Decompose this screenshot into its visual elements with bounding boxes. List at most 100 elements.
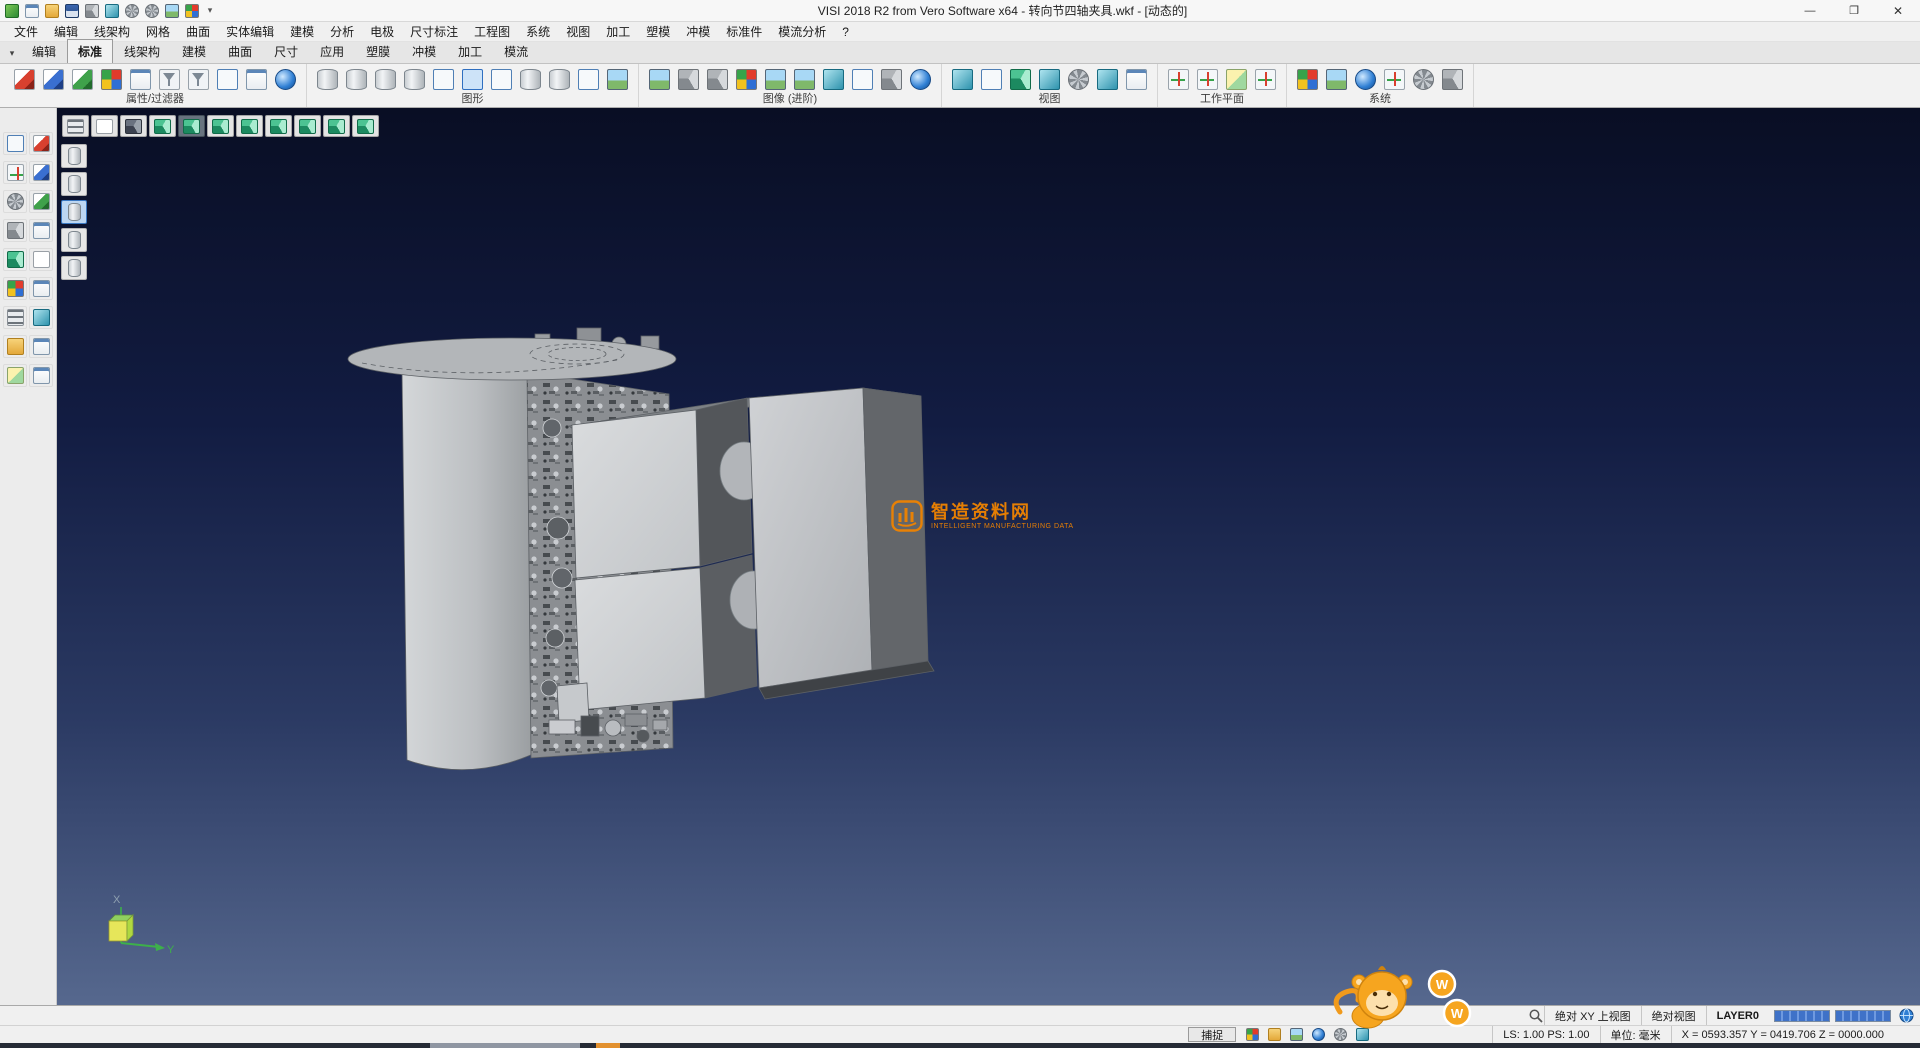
plot-button[interactable] <box>103 2 120 19</box>
menu-item-17[interactable]: 模流分析 <box>770 21 834 42</box>
transparency-button[interactable] <box>488 66 515 93</box>
ribbon-tab-2[interactable]: 线架构 <box>113 39 171 63</box>
view-list-button[interactable] <box>62 115 89 137</box>
view-mode-label[interactable]: 绝对视图 <box>1641 1006 1706 1025</box>
reset-workplane-button[interactable] <box>1252 66 1279 93</box>
ribbon-tab-8[interactable]: 冲模 <box>401 39 447 63</box>
selection-filter-button[interactable] <box>185 66 212 93</box>
highlight-display-button[interactable] <box>459 66 486 93</box>
view-dynamic-button[interactable] <box>352 115 379 137</box>
document-info-tool-button[interactable] <box>29 277 53 300</box>
advanced-render-button[interactable] <box>646 66 673 93</box>
snap-options-button[interactable] <box>1381 66 1408 93</box>
ribbon-tab-5[interactable]: 尺寸 <box>263 39 309 63</box>
view-orientation-label[interactable]: 绝对 XY 上视图 <box>1544 1006 1641 1025</box>
shadows-button[interactable] <box>675 66 702 93</box>
assistant-button[interactable] <box>1308 1027 1328 1043</box>
refresh-tool-button[interactable] <box>29 306 53 329</box>
fixture-assembly[interactable] <box>348 328 934 770</box>
active-layer-label[interactable]: LAYER0 <box>1706 1006 1769 1025</box>
grid-tool-button[interactable] <box>3 306 27 329</box>
undo-button[interactable] <box>123 2 140 19</box>
notebook-button[interactable] <box>1286 1027 1306 1043</box>
world-options-button[interactable] <box>1352 66 1379 93</box>
ribbon-tab-1[interactable]: 标准 <box>67 39 113 63</box>
performance-button[interactable] <box>1439 66 1466 93</box>
viewport-3d[interactable]: 智造资料网 INTELLIGENT MANUFACTURING DATA X Y <box>57 108 1920 1005</box>
pan-view-button[interactable] <box>1036 66 1063 93</box>
named-view-button[interactable] <box>1094 66 1121 93</box>
render-mode-tool-button[interactable] <box>3 248 27 271</box>
view-manager-button[interactable] <box>1123 66 1150 93</box>
layer-manager-button[interactable] <box>127 66 154 93</box>
rotate-tool-button[interactable] <box>3 190 27 213</box>
view-back-button[interactable] <box>294 115 321 137</box>
match-attributes-button[interactable] <box>69 66 96 93</box>
view-left-button[interactable] <box>265 115 292 137</box>
menu-item-12[interactable]: 视图 <box>558 21 598 42</box>
filter-wireframe-button[interactable] <box>61 172 87 196</box>
ribbon-tab-3[interactable]: 建模 <box>171 39 217 63</box>
view-cube-button[interactable] <box>120 115 147 137</box>
edit-curve-tool-button[interactable] <box>29 161 53 184</box>
ribbon-tab-9[interactable]: 加工 <box>447 39 493 63</box>
hidden-line-display-button[interactable] <box>372 66 399 93</box>
visibility-toggle-button[interactable] <box>272 66 299 93</box>
grid-toggle-button[interactable] <box>1242 1027 1262 1043</box>
snapshot-button[interactable] <box>820 66 847 93</box>
filter-all-button[interactable] <box>61 144 87 168</box>
display-settings-button[interactable] <box>1323 66 1350 93</box>
filter-surfaces-button[interactable] <box>61 228 87 252</box>
menu-item-13[interactable]: 加工 <box>598 21 638 42</box>
sketch-tool-button[interactable] <box>29 190 53 213</box>
clipboard-tool-button[interactable] <box>29 364 53 387</box>
solid-tools-button[interactable] <box>3 219 27 242</box>
ortho-toggle-button[interactable] <box>1264 1027 1284 1043</box>
open-file-button[interactable] <box>43 2 60 19</box>
lighting-button[interactable] <box>762 66 789 93</box>
view-front-button[interactable] <box>207 115 234 137</box>
document-extra-tool-button[interactable] <box>29 335 53 358</box>
scale-label[interactable]: LS: 1.00 PS: 1.00 <box>1492 1026 1599 1043</box>
snap-toggle-button[interactable]: 捕捉 <box>1188 1027 1236 1042</box>
erase-tool-button[interactable] <box>29 132 53 155</box>
blank-page-tool-button[interactable] <box>29 248 53 271</box>
notes-tool-button[interactable] <box>29 219 53 242</box>
redo-button[interactable] <box>143 2 160 19</box>
filter-points-button[interactable] <box>61 256 87 280</box>
quick-select-button[interactable] <box>214 66 241 93</box>
units-label[interactable]: 单位: 毫米 <box>1600 1026 1671 1043</box>
shaded-display-button[interactable] <box>343 66 370 93</box>
zoom-fit-button[interactable] <box>949 66 976 93</box>
menu-item-16[interactable]: 标准件 <box>718 21 770 42</box>
minimize-button[interactable]: — <box>1788 0 1832 21</box>
ribbon-tab-4[interactable]: 曲面 <box>217 39 263 63</box>
grid-options-button[interactable] <box>1410 66 1437 93</box>
search-icon[interactable] <box>1528 1008 1544 1024</box>
materials-button[interactable] <box>733 66 760 93</box>
tabbar-caret-icon[interactable]: ▾ <box>3 48 21 63</box>
wireframe-display-button[interactable] <box>314 66 341 93</box>
rotate-view-button[interactable] <box>1007 66 1034 93</box>
filter-solids-button[interactable] <box>61 200 87 224</box>
solid-view-button[interactable] <box>517 66 544 93</box>
capture-button[interactable] <box>163 2 180 19</box>
perspective-button[interactable] <box>878 66 905 93</box>
texture-view-button[interactable] <box>604 66 631 93</box>
options-button[interactable] <box>183 2 200 19</box>
element-filter-button[interactable] <box>156 66 183 93</box>
modify-attributes-button[interactable] <box>11 66 38 93</box>
background-image-button[interactable] <box>791 66 818 93</box>
stereo-view-button[interactable] <box>907 66 934 93</box>
system-colors-button[interactable] <box>1294 66 1321 93</box>
ribbon-tab-10[interactable]: 模流 <box>493 39 539 63</box>
menu-item-14[interactable]: 塑模 <box>638 21 678 42</box>
cad-model[interactable] <box>57 108 1920 1005</box>
taskbar-app-icon[interactable] <box>596 1043 620 1048</box>
view-plain-button[interactable] <box>91 115 118 137</box>
zoom-window-button[interactable] <box>978 66 1005 93</box>
view-right-button[interactable] <box>236 115 263 137</box>
bounding-box-button[interactable] <box>430 66 457 93</box>
dynamic-shade-button[interactable] <box>401 66 428 93</box>
copy-attributes-button[interactable] <box>40 66 67 93</box>
